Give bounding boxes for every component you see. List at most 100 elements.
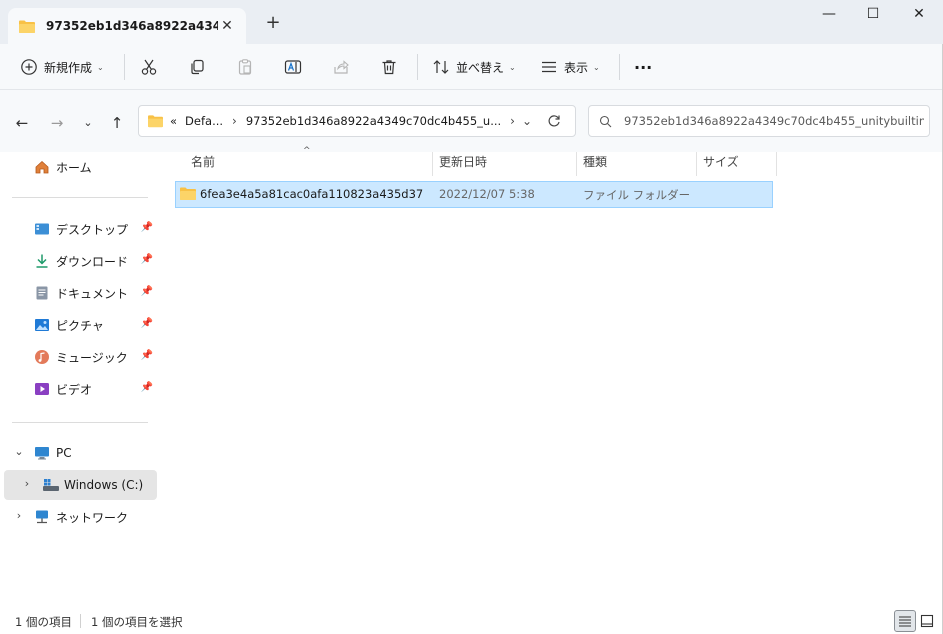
column-divider[interactable]	[576, 152, 577, 176]
cut-button[interactable]	[140, 52, 158, 82]
sidebar-item-music[interactable]: ミュージック 📌	[4, 342, 157, 372]
tab-title: 97352eb1d346a8922a4349c70	[46, 19, 218, 33]
sidebar-item-label: ピクチャ	[56, 318, 104, 333]
more-icon: ···	[634, 57, 653, 77]
file-type: ファイル フォルダー	[583, 188, 691, 202]
maximize-button[interactable]: ☐	[850, 6, 896, 26]
desktop-icon	[34, 221, 50, 237]
column-header-name[interactable]: 名前	[191, 152, 215, 176]
pin-icon[interactable]: 📌	[141, 382, 153, 393]
breadcrumb-separator[interactable]: ›	[232, 114, 237, 128]
pin-icon[interactable]: 📌	[141, 318, 153, 329]
more-options-button[interactable]: ···	[634, 52, 652, 82]
pin-icon[interactable]: 📌	[141, 350, 153, 361]
details-view-icon	[898, 614, 912, 628]
minimize-button[interactable]: —	[806, 6, 852, 26]
share-button[interactable]	[332, 52, 350, 82]
chevron-down-icon: ⌄	[521, 114, 533, 128]
sidebar-item-label: ビデオ	[56, 382, 93, 397]
tiles-view-button[interactable]	[916, 610, 938, 632]
address-bar[interactable]: « Defa... › 97352eb1d346a8922a4349c70dc4…	[138, 105, 576, 137]
sidebar-item-label: ドキュメント	[56, 286, 129, 301]
new-button-label: 新規作成	[44, 60, 93, 75]
address-history-button[interactable]: ⌄	[517, 114, 537, 130]
view-button-label: 表示	[564, 60, 589, 75]
chevron-right-icon[interactable]: ›	[20, 477, 34, 490]
sidebar-item-documents[interactable]: ドキュメント 📌	[4, 278, 157, 308]
file-list: ^ 名前 更新日時 種類 サイズ 6fea3e4a5a81cac0afa1108…	[160, 146, 943, 604]
breadcrumb-item[interactable]: 97352eb1d346a8922a4349c70dc4b455_u...	[246, 114, 501, 128]
chevron-down-icon[interactable]: ⌄	[12, 445, 26, 458]
chevron-down-icon: ⌄	[593, 62, 600, 72]
sidebar-divider	[12, 197, 148, 198]
paste-button[interactable]	[236, 52, 254, 82]
chevron-down-icon: ⌄	[97, 62, 104, 72]
sidebar-item-desktop[interactable]: デスクトップ 📌	[4, 214, 157, 244]
chevron-down-icon: ⌄	[83, 116, 93, 129]
copy-button[interactable]	[188, 52, 206, 82]
folder-icon	[18, 19, 36, 34]
rename-icon	[284, 58, 302, 76]
column-header-modified[interactable]: 更新日時	[439, 152, 487, 176]
tab-close-button[interactable]: ✕	[218, 18, 236, 34]
sidebar-item-windows-drive[interactable]: › Windows (C:)	[4, 470, 157, 500]
delete-button[interactable]	[380, 52, 398, 82]
status-bar: 1 個の項目 1 個の項目を選択	[0, 604, 943, 634]
breadcrumb-item[interactable]: Defa...	[185, 114, 223, 128]
sidebar-item-label: ミュージック	[56, 350, 128, 365]
column-header-size[interactable]: サイズ	[703, 152, 739, 176]
sidebar-item-label: デスクトップ	[56, 222, 129, 237]
new-button[interactable]: 新規作成 ⌄	[20, 52, 104, 82]
chevron-down-icon: ⌄	[509, 62, 516, 72]
tab-current-folder[interactable]: 97352eb1d346a8922a4349c70 ✕	[8, 8, 246, 44]
table-row[interactable]: 6fea3e4a5a81cac0afa110823a435d37 2022/12…	[175, 181, 773, 208]
sort-button[interactable]: 並べ替え ⌄	[432, 52, 516, 82]
sidebar-item-downloads[interactable]: ダウンロード 📌	[4, 246, 157, 276]
list-view-icon	[540, 58, 558, 76]
sidebar-item-pictures[interactable]: ピクチャ 📌	[4, 310, 157, 340]
new-tab-button[interactable]: +	[262, 12, 284, 34]
sidebar-item-home[interactable]: ホーム	[4, 152, 157, 182]
breadcrumb-separator[interactable]: ›	[510, 114, 515, 128]
up-button[interactable]: ↑	[105, 112, 129, 134]
file-name: 6fea3e4a5a81cac0afa110823a435d37	[200, 187, 424, 201]
music-icon	[34, 349, 50, 365]
sidebar-item-label: ネットワーク	[56, 510, 129, 525]
arrow-up-icon: ↑	[110, 114, 124, 132]
view-button[interactable]: 表示 ⌄	[540, 52, 600, 82]
pin-icon[interactable]: 📌	[141, 286, 153, 297]
folder-icon	[179, 186, 197, 201]
pin-icon[interactable]: 📌	[141, 254, 153, 265]
selected-count: 1 個の項目を選択	[91, 615, 183, 629]
back-button[interactable]: ←	[10, 112, 34, 134]
search-input[interactable]	[624, 114, 924, 128]
home-icon	[34, 159, 50, 175]
sidebar-divider	[12, 422, 148, 423]
refresh-button[interactable]	[547, 114, 567, 130]
sort-ascending-icon: ^	[303, 146, 311, 156]
search-icon	[599, 115, 612, 128]
plus-circle-icon	[20, 58, 38, 76]
close-button[interactable]: ✕	[896, 6, 942, 26]
sidebar-item-videos[interactable]: ビデオ 📌	[4, 374, 157, 404]
details-view-button[interactable]	[894, 610, 916, 632]
trash-icon	[380, 58, 398, 76]
chevron-right-icon[interactable]: ›	[12, 509, 26, 522]
pin-icon[interactable]: 📌	[141, 222, 153, 233]
sidebar-item-pc[interactable]: ⌄ PC	[4, 438, 157, 468]
column-divider[interactable]	[432, 152, 433, 176]
column-header-type[interactable]: 種類	[583, 152, 607, 176]
column-divider[interactable]	[696, 152, 697, 176]
drive-icon	[42, 477, 59, 493]
breadcrumb-overflow[interactable]: «	[170, 114, 177, 128]
sidebar-item-label: ダウンロード	[56, 254, 129, 269]
recent-locations-button[interactable]: ⌄	[76, 112, 100, 134]
search-box[interactable]	[588, 105, 930, 137]
sidebar-item-network[interactable]: › ネットワーク	[4, 502, 157, 532]
sidebar-item-label: ホーム	[56, 160, 92, 175]
network-icon	[34, 509, 50, 525]
pc-icon	[34, 445, 50, 461]
column-divider[interactable]	[776, 152, 777, 176]
rename-button[interactable]	[284, 52, 302, 82]
forward-button[interactable]: →	[45, 112, 69, 134]
